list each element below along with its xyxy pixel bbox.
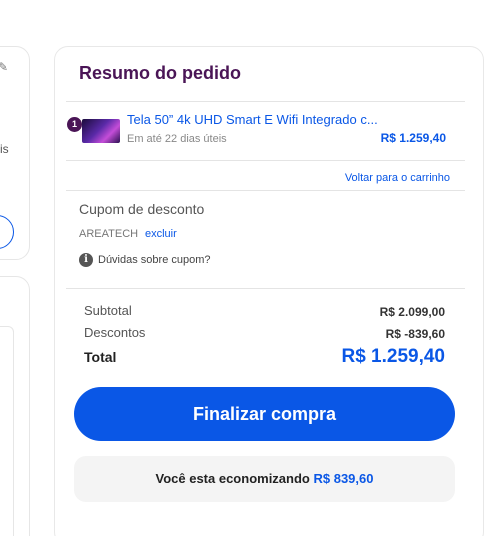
product-thumbnail[interactable]	[82, 119, 120, 143]
subtotal-label: Subtotal	[84, 303, 132, 318]
back-to-cart-link[interactable]: Voltar para o carrinho	[345, 172, 450, 184]
discount-value: R$ -839,60	[385, 327, 445, 341]
summary-title: Resumo do pedido	[79, 63, 241, 83]
total-value: R$ 1.259,40	[341, 346, 445, 367]
coupon-title: Cupom de desconto	[79, 201, 205, 217]
payment-option-box[interactable]	[0, 326, 14, 536]
subtotal-value: R$ 2.099,00	[379, 305, 445, 319]
info-icon: i	[79, 253, 93, 267]
divider	[66, 190, 465, 191]
divider	[66, 101, 465, 102]
savings-banner: Você esta economizando R$ 839,60	[74, 456, 455, 502]
savings-text: Você esta economizando	[155, 471, 310, 486]
remove-coupon-link[interactable]: excluir	[145, 228, 177, 240]
edit-icon[interactable]: ✎	[0, 60, 8, 74]
product-name-link[interactable]: Tela 50” 4k UHD Smart E Wifi Integrado c…	[127, 112, 412, 127]
checkout-button[interactable]: Finalizar compra	[74, 387, 455, 441]
discount-label: Descontos	[84, 325, 146, 340]
delivery-estimate: Em até 22 dias úteis	[127, 133, 227, 145]
product-price: R$ 1.259,40	[380, 131, 446, 145]
partial-text: is	[0, 142, 9, 156]
divider	[66, 288, 465, 289]
divider	[66, 160, 465, 161]
total-label: Total	[84, 349, 117, 365]
coupon-code: AREATECH	[79, 228, 139, 240]
quantity-badge: 1	[67, 117, 82, 132]
coupon-help-link[interactable]: Dúvidas sobre cupom?	[98, 254, 211, 266]
savings-amount: R$ 839,60	[313, 471, 374, 486]
